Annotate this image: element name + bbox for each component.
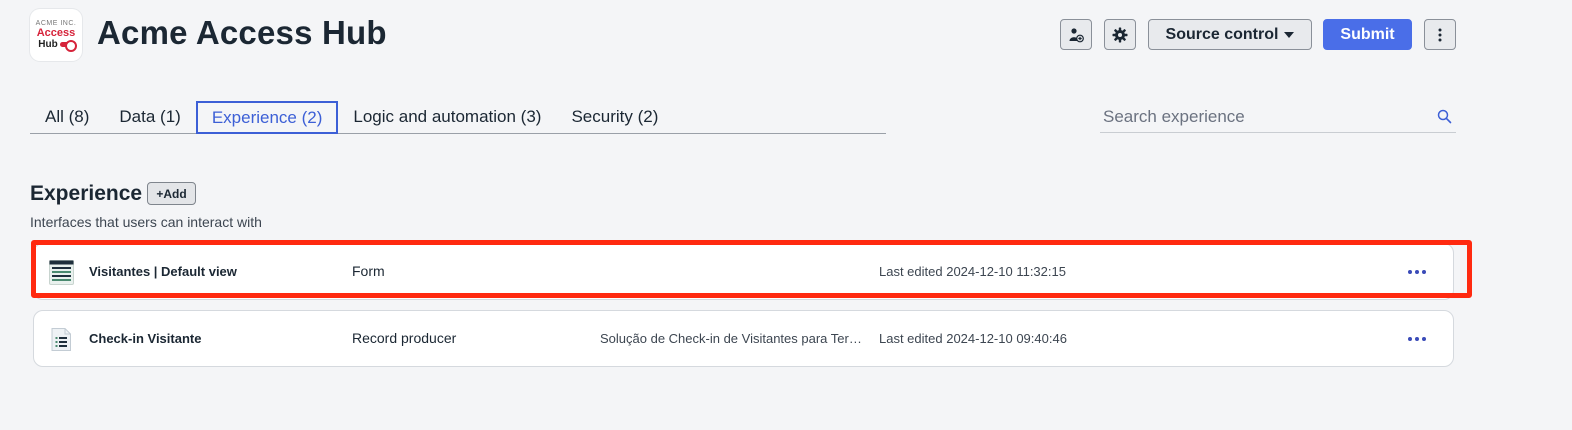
search-box <box>1100 101 1456 133</box>
table-view-icon <box>49 260 74 285</box>
tab-data[interactable]: Data (1) <box>104 101 195 133</box>
submit-button[interactable]: Submit <box>1323 19 1412 50</box>
item-last-edited: Last edited 2024-12-10 11:32:15 <box>879 264 1066 279</box>
more-dot <box>1422 337 1426 341</box>
add-button[interactable]: +Add <box>147 182 196 205</box>
more-dot <box>1408 270 1412 274</box>
vertical-ellipsis-icon <box>1438 28 1442 41</box>
tab-all[interactable]: All (8) <box>30 101 104 133</box>
search-icon[interactable] <box>1432 105 1456 129</box>
user-share-icon <box>1069 27 1084 42</box>
settings-button[interactable] <box>1104 19 1136 50</box>
more-dot <box>1415 337 1419 341</box>
tab-experience[interactable]: Experience (2) <box>195 101 339 134</box>
category-tabs: All (8) Data (1) Experience (2) Logic an… <box>30 101 886 134</box>
row-more-button[interactable] <box>1402 329 1432 349</box>
logo-line3: Hub <box>38 39 77 52</box>
search-input[interactable] <box>1100 106 1432 127</box>
key-icon <box>59 40 77 52</box>
source-control-dropdown[interactable]: Source control <box>1148 19 1312 50</box>
tab-logic-and-automation[interactable]: Logic and automation (3) <box>338 101 556 133</box>
chevron-down-icon <box>1284 31 1295 38</box>
item-last-edited: Last edited 2024-12-10 09:40:46 <box>879 331 1067 346</box>
more-dot <box>1422 270 1426 274</box>
app-title: Acme Access Hub <box>97 14 387 51</box>
item-name[interactable]: Check-in Visitante <box>89 311 201 366</box>
item-type: Record producer <box>352 330 457 346</box>
more-dot <box>1415 270 1419 274</box>
item-name[interactable]: Visitantes | Default view <box>89 244 237 299</box>
list-item[interactable]: Check-in Visitante Record producer Soluç… <box>33 310 1454 367</box>
gear-icon <box>1112 27 1128 42</box>
item-description: Solução de Check-in de Visitantes para T… <box>600 331 862 346</box>
app-logo: ACME INC. Access Hub <box>30 9 82 61</box>
section-title: Experience <box>30 182 143 205</box>
more-dot <box>1408 337 1412 341</box>
section-description: Interfaces that users can interact with <box>30 214 262 230</box>
logo-line2: Access <box>36 27 76 39</box>
more-options-button[interactable] <box>1424 19 1456 50</box>
share-button[interactable] <box>1060 19 1092 50</box>
list-item[interactable]: Visitantes | Default view Form Last edit… <box>33 243 1454 300</box>
record-producer-icon <box>51 328 71 351</box>
tab-security[interactable]: Security (2) <box>556 101 673 133</box>
source-control-label: Source control <box>1165 25 1279 43</box>
item-type: Form <box>352 263 385 279</box>
row-more-button[interactable] <box>1402 262 1432 282</box>
